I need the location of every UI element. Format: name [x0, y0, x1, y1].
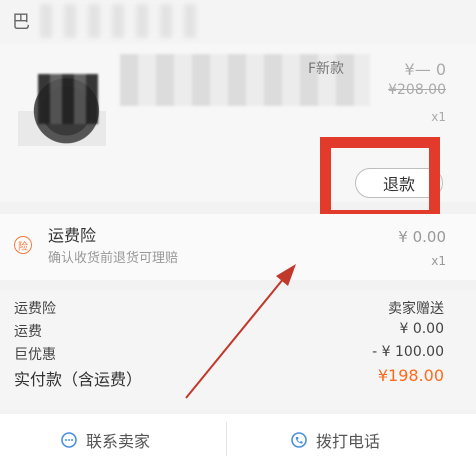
annotation-arrow: [185, 264, 296, 399]
